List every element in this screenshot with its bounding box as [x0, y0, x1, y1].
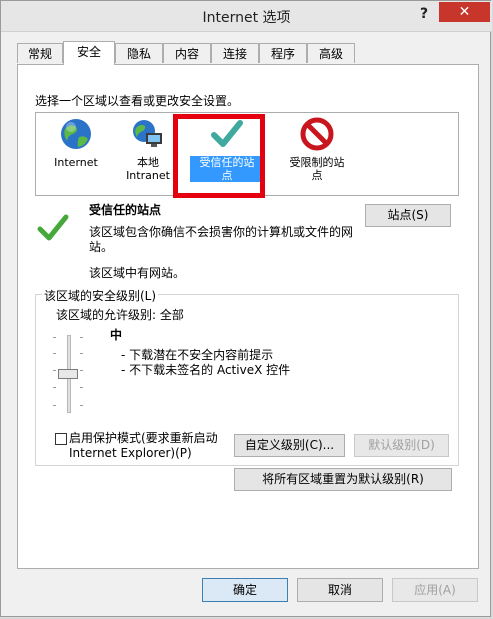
slider-tick: [80, 353, 83, 354]
trusted-checkmark-icon: [37, 214, 69, 241]
selected-zone-name: 受信任的站点: [89, 203, 162, 217]
tab-advanced[interactable]: 高级: [307, 43, 355, 63]
slider-tick: [80, 370, 83, 371]
reset-all-zones-button[interactable]: 将所有区域重置为默认级别(R): [234, 468, 452, 491]
security-level-name: 中: [110, 328, 123, 342]
zone-local-intranet-label: 本地 Intranet: [126, 156, 170, 182]
restricted-icon: [300, 117, 334, 151]
zone-restricted-sites[interactable]: 受限制的站 点: [282, 117, 352, 182]
internet-options-window: Internet 选项 ? ✕ 常规 安全 隐私 内容 连接 程序 高级 选择一…: [0, 0, 492, 617]
security-panel: 选择一个区域以查看或更改安全设置。 Internet 本地 Intranet 受…: [17, 64, 479, 569]
intranet-icon: [133, 120, 162, 147]
tab-content[interactable]: 内容: [163, 43, 211, 63]
default-level-button[interactable]: 默认级别(D): [354, 434, 449, 457]
protected-mode-label[interactable]: 启用保护模式(要求重新启动 Internet Explorer)(P): [69, 431, 239, 461]
slider-tick: [53, 353, 56, 354]
zone-restricted-sites-label: 受限制的站 点: [289, 156, 345, 182]
title-bar[interactable]: Internet 选项 ? ✕: [1, 1, 492, 32]
slider-tick: [80, 387, 83, 388]
selected-zone-description: 该区域包含你确信不会损害你的计算机或文件的网站。: [89, 225, 354, 254]
security-level-slider-thumb[interactable]: [58, 369, 78, 379]
zone-internet-label: Internet: [54, 156, 98, 169]
slider-tick: [53, 370, 56, 371]
help-button[interactable]: ?: [412, 3, 436, 25]
close-button[interactable]: ✕: [439, 2, 490, 22]
tab-security[interactable]: 安全: [63, 41, 115, 65]
custom-level-button[interactable]: 自定义级别(C)...: [234, 434, 345, 457]
security-level-group-title: 该区域的安全级别(L): [42, 287, 159, 304]
zone-instruction: 选择一个区域以查看或更改安全设置。: [35, 94, 240, 108]
ok-button[interactable]: 确定: [202, 578, 288, 602]
slider-tick: [80, 405, 83, 406]
zone-internet[interactable]: Internet: [48, 117, 104, 169]
slider-tick: [53, 405, 56, 406]
slider-tick: [80, 337, 83, 338]
apply-button[interactable]: 应用(A): [392, 578, 478, 602]
tab-connections[interactable]: 连接: [211, 43, 259, 63]
cancel-button[interactable]: 取消: [297, 578, 383, 602]
tab-privacy[interactable]: 隐私: [115, 43, 163, 63]
highlight-frame: [173, 114, 265, 198]
sites-button[interactable]: 站点(S): [365, 204, 451, 227]
protected-mode-checkbox[interactable]: [55, 433, 67, 445]
zone-local-intranet[interactable]: 本地 Intranet: [118, 117, 178, 182]
tab-general[interactable]: 常规: [17, 43, 63, 63]
security-level-bullet: - 不下载未签名的 ActiveX 控件: [121, 363, 291, 377]
globe-icon: [61, 119, 91, 149]
slider-tick: [53, 337, 56, 338]
slider-tick: [53, 387, 56, 388]
selected-zone-status: 该区域中有网站。: [89, 266, 186, 280]
tab-programs[interactable]: 程序: [259, 43, 307, 63]
allowed-levels: 该区域的允许级别: 全部: [56, 308, 184, 322]
